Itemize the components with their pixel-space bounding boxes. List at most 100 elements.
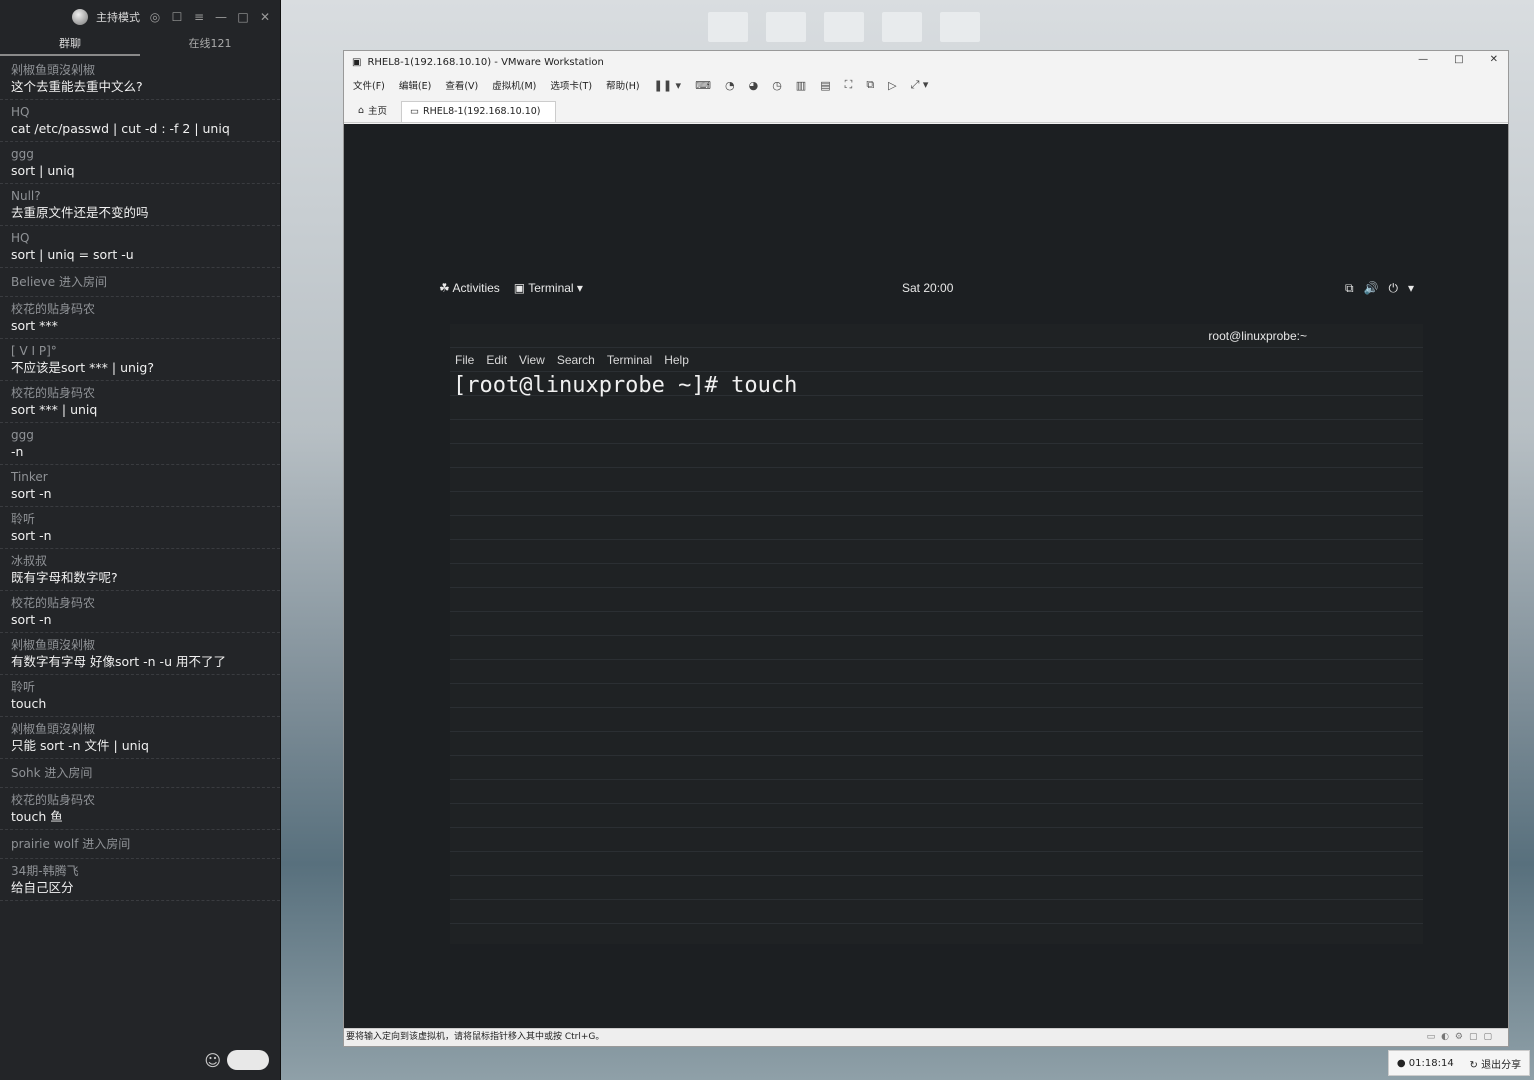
settings-icon[interactable]: ◎ bbox=[148, 10, 162, 24]
system-text: Sohk 进入房间 bbox=[11, 766, 93, 780]
maximize-icon[interactable]: □ bbox=[236, 10, 250, 24]
message-text: sort *** | uniq bbox=[11, 402, 98, 417]
sender-name: 聆听 bbox=[11, 680, 36, 694]
vmware-menubar: 文件(F) 编辑(E) 查看(V) 虚拟机(M) 选项卡(T) 帮助(H) ❚❚… bbox=[344, 73, 1508, 97]
window-title: RHEL8-1(192.168.10.10) - VMware Workstat… bbox=[367, 56, 604, 68]
list-item: HQ cat /etc/passwd | cut -d : -f 2 | uniq bbox=[0, 100, 280, 142]
menu-view[interactable]: View bbox=[519, 350, 545, 370]
sender-name: 剁椒鱼頭沒剁椒 bbox=[11, 638, 96, 652]
unity-icon[interactable]: ⧉ bbox=[866, 78, 874, 92]
message-text: 不应该是sort *** | unig? bbox=[11, 360, 154, 375]
desktop-folder-icon[interactable] bbox=[708, 12, 748, 42]
menu-search[interactable]: Search bbox=[557, 350, 595, 370]
volume-icon[interactable]: 🔊 bbox=[1364, 281, 1379, 296]
send-button[interactable] bbox=[227, 1050, 269, 1070]
tab-group-chat[interactable]: 群聊 bbox=[0, 34, 140, 56]
device-icons[interactable]: ▭◐⚙▢▢ bbox=[1427, 1029, 1498, 1046]
thumbnail-icon[interactable]: ▤ bbox=[820, 79, 830, 92]
terminal-window[interactable]: root@linuxprobe:~ File Edit View Search … bbox=[450, 324, 1423, 944]
vmware-tabbar: ⌂ 主页 ▭ RHEL8-1(192.168.10.10) bbox=[344, 97, 1508, 123]
pause-icon[interactable]: ❚❚ ▾ bbox=[654, 79, 681, 92]
message-text: -n bbox=[11, 444, 24, 459]
tab-vm[interactable]: ▭ RHEL8-1(192.168.10.10) bbox=[401, 101, 556, 122]
activities-icon: ☘ bbox=[439, 281, 453, 295]
list-item: 34期-韩腾飞 给自己区分 bbox=[0, 859, 280, 901]
list-item: 校花的贴身码农 sort *** | uniq bbox=[0, 381, 280, 423]
menu-help[interactable]: Help bbox=[664, 350, 689, 370]
sender-name: [ V I P]° bbox=[11, 344, 57, 358]
stretch-icon[interactable]: ⤢ ▾ bbox=[911, 78, 929, 92]
tab-home[interactable]: ⌂ 主页 bbox=[350, 103, 401, 122]
message-list[interactable]: 剁椒鱼頭沒剁椒 这个去重能去重中文么? HQ cat /etc/passwd | cu… bbox=[0, 58, 280, 1040]
sender-name: Tinker bbox=[11, 470, 48, 484]
menu-help[interactable]: 帮助(H) bbox=[606, 78, 640, 92]
desktop-folder-icon[interactable] bbox=[882, 12, 922, 42]
activities-button[interactable]: ☘ Activities bbox=[439, 281, 500, 295]
tab-online[interactable]: 在线121 bbox=[140, 34, 280, 56]
edit-icon[interactable]: ☐ bbox=[170, 10, 184, 24]
menu-file[interactable]: 文件(F) bbox=[353, 78, 385, 92]
desktop-folder-icon[interactable] bbox=[940, 12, 980, 42]
list-item: ggg sort | uniq bbox=[0, 142, 280, 184]
vm-display[interactable]: ☘ Activities ▣ Terminal ▾ Sat 20:00 ⧉ 🔊 … bbox=[344, 124, 1508, 1030]
system-text: prairie wolf 进入房间 bbox=[11, 837, 131, 851]
terminal-titlebar: root@linuxprobe:~ bbox=[450, 324, 1423, 350]
terminal-output[interactable]: [root@linuxprobe ~]# touch bbox=[450, 370, 1423, 402]
desktop-folder-icon[interactable] bbox=[766, 12, 806, 42]
menu-file[interactable]: File bbox=[455, 350, 474, 370]
desktop-folder-icon[interactable] bbox=[824, 12, 864, 42]
share-bar: ● 01:18:14 ↻ 退出分享 bbox=[1388, 1050, 1530, 1076]
list-item: 剁椒鱼頭沒剁椒这个去重能去重中文么? bbox=[0, 58, 280, 100]
send-keys-icon[interactable]: ⌨ bbox=[695, 79, 711, 92]
stop-share-button[interactable]: ↻ 退出分享 bbox=[1470, 1056, 1522, 1071]
snapshot-icon[interactable]: ◔ bbox=[725, 79, 735, 92]
menu-vm[interactable]: 虚拟机(M) bbox=[492, 78, 536, 92]
snapshot-manager-icon[interactable]: ◷ bbox=[772, 79, 782, 92]
minimize-icon[interactable]: — bbox=[214, 10, 228, 24]
library-icon[interactable]: ▥ bbox=[796, 79, 806, 92]
menu-tabs[interactable]: 选项卡(T) bbox=[550, 78, 592, 92]
host-avatar bbox=[72, 9, 88, 25]
menu-edit[interactable]: Edit bbox=[486, 350, 507, 370]
message-text: 这个去重能去重中文么? bbox=[11, 79, 143, 94]
maximize-icon[interactable]: □ bbox=[1454, 54, 1463, 65]
sender-name: 剁椒鱼頭沒剁椒 bbox=[11, 63, 96, 77]
activities-label: Activities bbox=[452, 281, 500, 295]
sender-name: 校花的贴身码农 bbox=[11, 386, 96, 400]
app-menu[interactable]: ▣ Terminal ▾ bbox=[514, 281, 583, 295]
menu-icon[interactable]: ≡ bbox=[192, 10, 206, 24]
power-icon[interactable]: ⏻ bbox=[1388, 281, 1398, 296]
chat-tabs: 群聊 在线121 bbox=[0, 34, 280, 56]
console-icon[interactable]: ▷ bbox=[888, 79, 896, 92]
system-text: Believe 进入房间 bbox=[11, 275, 107, 289]
home-icon: ⌂ bbox=[358, 104, 365, 116]
sender-name: HQ bbox=[11, 105, 30, 119]
fullscreen-icon[interactable]: ⛶ bbox=[845, 78, 853, 92]
list-item: 剁椒鱼頭沒剁椒 有数字有字母 好像sort -n -u 用不了了 bbox=[0, 633, 280, 675]
message-text: 去重原文件还是不变的吗 bbox=[11, 205, 149, 220]
timer-value: 01:18:14 bbox=[1408, 1057, 1454, 1069]
close-icon[interactable]: ✕ bbox=[258, 10, 272, 24]
message-text: 给自己区分 bbox=[11, 880, 74, 895]
list-item: 校花的贴身码农 touch 鱼 bbox=[0, 788, 280, 830]
system-message: Believe 进入房间 bbox=[0, 268, 280, 297]
network-icon[interactable]: ⧉ bbox=[1345, 281, 1354, 296]
menu-terminal[interactable]: Terminal bbox=[607, 350, 652, 370]
chevron-down-icon[interactable]: ▾ bbox=[1408, 281, 1414, 296]
list-item: Null? 去重原文件还是不变的吗 bbox=[0, 184, 280, 226]
menu-edit[interactable]: 编辑(E) bbox=[399, 78, 431, 92]
emoji-icon[interactable]: ☺ bbox=[204, 1051, 221, 1070]
list-item: 校花的贴身码农 sort *** bbox=[0, 297, 280, 339]
list-item: [ V I P]° 不应该是sort *** | unig? bbox=[0, 339, 280, 381]
clock[interactable]: Sat 20:00 bbox=[902, 281, 953, 295]
app-menu-label: Terminal ▾ bbox=[528, 281, 583, 295]
message-text: sort -n bbox=[11, 612, 52, 627]
system-message: prairie wolf 进入房间 bbox=[0, 830, 280, 859]
menu-view[interactable]: 查看(V) bbox=[445, 78, 478, 92]
revert-snapshot-icon[interactable]: ◕ bbox=[749, 79, 759, 92]
minimize-icon[interactable]: — bbox=[1418, 54, 1428, 65]
sender-name: Null? bbox=[11, 189, 41, 203]
close-icon[interactable]: ✕ bbox=[1490, 54, 1498, 65]
mode-label: 主持模式 bbox=[96, 11, 140, 24]
message-text: 既有字母和数字呢? bbox=[11, 570, 118, 585]
